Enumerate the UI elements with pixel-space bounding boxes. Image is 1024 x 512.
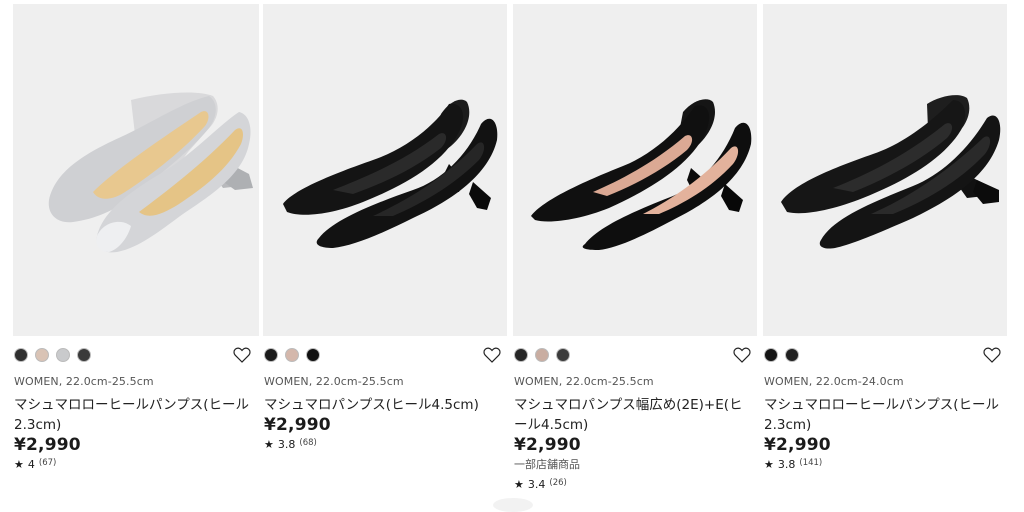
gender-size: WOMEN, 22.0cm-24.0cm — [764, 375, 904, 388]
product-rating: ★ 4 (67) — [14, 455, 250, 476]
color-swatch[interactable] — [285, 348, 299, 362]
gender-size: WOMEN, 22.0cm-25.5cm — [264, 375, 404, 388]
product-info: マシュマロパンプス(ヒール4.5cm) ¥2,990 ★ 3.8 (68) — [264, 395, 500, 456]
heart-outline-icon[interactable] — [983, 347, 1001, 363]
product-name[interactable]: マシュマロローヒールパンプス(ヒール2.3cm) — [764, 395, 1000, 435]
color-swatch[interactable] — [556, 348, 570, 362]
color-swatch[interactable] — [306, 348, 320, 362]
product-price: ¥2,990 — [264, 415, 331, 435]
product-price: ¥2,990 — [14, 435, 81, 455]
review-count: (67) — [38, 458, 57, 468]
product-rating: ★ 3.8 (68) — [264, 435, 500, 456]
color-swatch[interactable] — [514, 348, 528, 362]
star-icon: ★ — [264, 438, 274, 451]
product-name[interactable]: マシュマロパンプス幅広め(2E)+E(ヒール4.5cm) — [514, 395, 750, 435]
color-swatches — [14, 348, 91, 362]
color-swatch[interactable] — [764, 348, 778, 362]
color-swatch[interactable] — [785, 348, 799, 362]
review-count: (141) — [799, 458, 823, 468]
product-name[interactable]: マシュマロローヒールパンプス(ヒール2.3cm) — [14, 395, 250, 435]
silver-pumps-image — [48, 92, 253, 253]
heart-outline-icon[interactable] — [733, 347, 751, 363]
color-swatch[interactable] — [77, 348, 91, 362]
product-rating: ★ 3.4 (26) — [514, 475, 750, 496]
review-count: (26) — [549, 478, 567, 488]
suede-pumps-image — [531, 99, 752, 250]
color-swatch[interactable] — [264, 348, 278, 362]
product-price: ¥2,990 — [514, 435, 581, 455]
product-card[interactable]: WOMEN, 22.0cm-25.5cm マシュマロローヒールパンプス(ヒール2… — [13, 4, 263, 502]
gender-size: WOMEN, 22.0cm-25.5cm — [14, 375, 154, 388]
color-swatches — [514, 348, 570, 362]
product-info: マシュマロローヒールパンプス(ヒール2.3cm) ¥2,990 ★ 4 (67) — [14, 395, 250, 476]
color-swatch[interactable] — [56, 348, 70, 362]
product-card[interactable]: WOMEN, 22.0cm-25.5cm マシュマロパンプス幅広め(2E)+E(… — [493, 4, 763, 512]
rating-value: 3.4 — [527, 478, 546, 491]
black-pumps-image — [283, 99, 498, 249]
review-count: (68) — [299, 438, 317, 448]
heart-outline-icon[interactable] — [233, 347, 251, 363]
color-swatches — [264, 348, 320, 362]
star-icon: ★ — [514, 478, 524, 491]
heart-outline-icon[interactable] — [483, 347, 501, 363]
product-card[interactable]: WOMEN, 22.0cm-25.5cm マシュマロパンプス(ヒール4.5cm)… — [263, 4, 513, 502]
product-info: マシュマロローヒールパンプス(ヒール2.3cm) ¥2,990 ★ 3.8 (1… — [764, 395, 1000, 476]
product-name[interactable]: マシュマロパンプス(ヒール4.5cm) — [264, 395, 500, 415]
color-swatch[interactable] — [535, 348, 549, 362]
product-card[interactable]: WOMEN, 22.0cm-24.0cm マシュマロローヒールパンプス(ヒール2… — [763, 4, 1013, 502]
product-image[interactable] — [513, 4, 757, 336]
product-image[interactable] — [263, 4, 507, 336]
product-image[interactable] — [13, 4, 259, 336]
black-low-heel-pumps-image — [781, 95, 1001, 249]
star-icon: ★ — [764, 458, 774, 471]
gender-size: WOMEN, 22.0cm-25.5cm — [514, 375, 654, 388]
product-grid: WOMEN, 22.0cm-25.5cm マシュマロローヒールパンプス(ヒール2… — [13, 4, 1013, 512]
color-swatches — [764, 348, 799, 362]
rating-value: 4 — [27, 458, 35, 471]
product-info: マシュマロパンプス幅広め(2E)+E(ヒール4.5cm) ¥2,990 一部店舗… — [514, 395, 750, 496]
color-swatch[interactable] — [14, 348, 28, 362]
carousel-edge — [493, 498, 533, 512]
rating-value: 3.8 — [277, 438, 296, 451]
product-rating: ★ 3.8 (141) — [764, 455, 1000, 476]
product-price: ¥2,990 — [764, 435, 831, 455]
product-image[interactable] — [763, 4, 1007, 336]
rating-value: 3.8 — [777, 458, 796, 471]
store-availability-note: 一部店舗商品 — [514, 458, 580, 471]
star-icon: ★ — [14, 458, 24, 471]
color-swatch[interactable] — [35, 348, 49, 362]
